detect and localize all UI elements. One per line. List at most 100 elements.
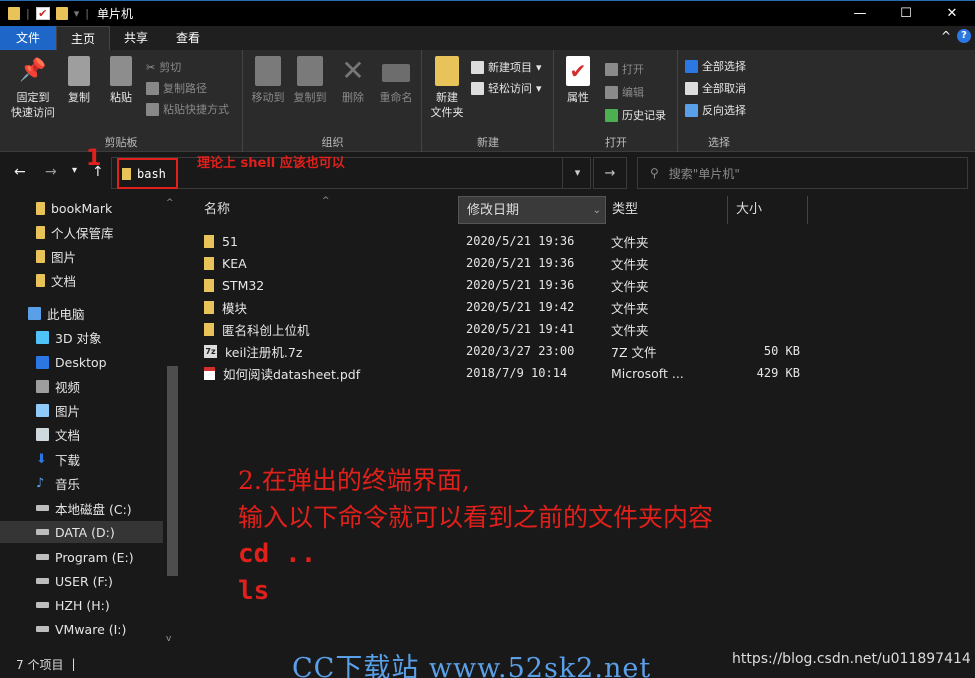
tab-home[interactable]: 主页 (56, 26, 111, 50)
column-header-size[interactable]: 大小 (728, 196, 808, 224)
nav-item-desktop[interactable]: Desktop (36, 351, 107, 373)
select-all-icon (685, 59, 698, 73)
nav-item-this-pc[interactable]: 此电脑 (28, 302, 85, 324)
nav-item-videos[interactable]: 视频 (36, 375, 80, 397)
edit-icon (605, 85, 618, 99)
folder-icon (36, 201, 45, 215)
nav-scrollbar[interactable]: ^ v (164, 196, 180, 650)
scroll-up-icon[interactable]: ^ (166, 198, 174, 208)
pdf-icon (204, 366, 215, 380)
column-header-type[interactable]: 类型 (604, 196, 728, 224)
cut-button[interactable]: ✂ 剪切 (146, 59, 181, 75)
move-to-button[interactable]: 移动到 (248, 56, 288, 105)
maximize-button[interactable]: ☐ (883, 1, 929, 26)
nav-item-drive-f[interactable]: USER (F:) (36, 570, 113, 592)
file-row[interactable]: 51 2020/5/21 19:36 文件夹 (196, 230, 816, 252)
folder-icon (204, 322, 214, 336)
tab-file[interactable]: 文件 (0, 26, 57, 50)
pin-button[interactable]: 📌 固定到 快速访问 (8, 56, 58, 120)
folder-icon (36, 273, 45, 287)
folder-icon (8, 7, 20, 20)
customize-qa-icon[interactable]: ▾ (74, 7, 80, 20)
nav-item-drive-i[interactable]: VMware (I:) (36, 618, 126, 640)
new-folder-icon[interactable] (55, 7, 68, 20)
help-icon[interactable]: ? (957, 29, 971, 43)
scrollbar-thumb[interactable] (167, 366, 178, 576)
go-arrow-icon[interactable]: → (593, 157, 627, 189)
column-header-name[interactable]: 名称 (196, 196, 458, 224)
nav-item-downloads[interactable]: ⬇ 下载 (36, 448, 80, 470)
folder-icon (204, 278, 214, 292)
properties-button[interactable]: ✔ 属性 (561, 56, 595, 105)
delete-button[interactable]: ✕ 删除 (338, 56, 368, 105)
paste-shortcut-icon (146, 102, 159, 116)
nav-item-vault[interactable]: 个人保管库 (36, 221, 114, 243)
select-all-button[interactable]: 全部选择 (685, 58, 746, 74)
properties-check-icon: ✔ (566, 56, 590, 86)
new-folder-button[interactable]: 新建 文件夹 (427, 56, 467, 120)
recent-locations-icon[interactable]: ▾ (72, 165, 77, 176)
address-bar[interactable] (111, 157, 591, 189)
column-dropdown-icon[interactable]: ⌄ (593, 197, 601, 225)
select-none-button[interactable]: 全部取消 (685, 80, 746, 96)
source-url: https://blog.csdn.net/u011897414 (732, 651, 971, 667)
tab-view[interactable]: 查看 (162, 26, 214, 50)
drive-icon (36, 529, 49, 535)
paste-icon (110, 56, 132, 86)
invert-selection-button[interactable]: 反向选择 (685, 102, 746, 118)
nav-item-drive-h[interactable]: HZH (H:) (36, 594, 110, 616)
properties-check-icon[interactable]: ✔ (35, 7, 50, 20)
close-button[interactable]: ✕ (929, 1, 975, 26)
file-row[interactable]: 模块 2020/5/21 19:42 文件夹 (196, 296, 816, 318)
copy-button[interactable]: 复制 (62, 56, 96, 105)
nav-item-drive-e[interactable]: Program (E:) (36, 546, 134, 568)
easy-access-button[interactable]: 轻松访问 ▾ (471, 80, 542, 96)
file-row[interactable]: KEA 2020/5/21 19:36 文件夹 (196, 252, 816, 274)
nav-item-pictures-quick[interactable]: 图片 (36, 245, 76, 267)
watermark: CC下载站 www.52sk2.net (292, 653, 652, 678)
nav-item-documents-quick[interactable]: 文档 (36, 269, 76, 291)
copy-path-button[interactable]: 复制路径 (146, 80, 207, 96)
item-count: 7 个项目 (16, 657, 64, 672)
history-button[interactable]: 历史记录 (605, 107, 666, 123)
file-row[interactable]: STM32 2020/5/21 19:36 文件夹 (196, 274, 816, 296)
scissors-icon: ✂ (146, 60, 156, 74)
minimize-button[interactable]: — (837, 1, 883, 26)
tab-share[interactable]: 共享 (110, 26, 162, 50)
new-folder-icon (435, 56, 459, 86)
new-item-button[interactable]: 新建项目 ▾ (471, 59, 542, 75)
annotation-step-2: 2.在弹出的终端界面, 输入以下命令就可以看到之前的文件夹内容 cd .. ls (238, 466, 714, 606)
file-row[interactable]: 7z keil注册机.7z 2020/3/27 23:00 7Z 文件 50 KB (196, 340, 816, 362)
navigation-pane: bookMark 个人保管库 图片 文档 此电脑 3D 对象 Desktop 视… (0, 196, 182, 650)
column-header-date[interactable]: 修改日期 ⌄ (458, 196, 606, 224)
nav-item-drive-d[interactable]: DATA (D:) (0, 521, 163, 543)
invert-selection-icon (685, 103, 698, 117)
file-row[interactable]: 如何阅读datasheet.pdf 2018/7/9 10:14 Microso… (196, 362, 816, 384)
folder-icon (204, 300, 214, 314)
music-icon: ♪ (36, 475, 45, 491)
back-arrow-icon[interactable]: ← (14, 164, 26, 180)
nav-item-bookmark[interactable]: bookMark (36, 197, 112, 219)
paste-shortcut-button[interactable]: 粘贴快捷方式 (146, 101, 229, 117)
nav-item-3d-objects[interactable]: 3D 对象 (36, 326, 102, 348)
computer-icon (28, 306, 41, 320)
open-button[interactable]: 打开 (605, 61, 644, 77)
rename-button[interactable]: 重命名 (376, 56, 416, 105)
address-dropdown-icon[interactable]: ▾ (562, 157, 592, 189)
nav-item-documents[interactable]: 文档 (36, 423, 80, 445)
collapse-ribbon-icon[interactable]: ^ (941, 29, 951, 43)
address-path-highlight[interactable]: bash (117, 158, 178, 189)
nav-item-pictures[interactable]: 图片 (36, 399, 80, 421)
edit-button[interactable]: 编辑 (605, 84, 644, 100)
search-input[interactable]: ⚲ 搜索"单片机" (637, 157, 968, 189)
annotation-shell-note: 理论上 shell 应该也可以 (197, 156, 345, 171)
video-icon (36, 379, 49, 393)
file-row[interactable]: 匿名科创上位机 2020/5/21 19:41 文件夹 (196, 318, 816, 340)
forward-arrow-icon[interactable]: → (45, 164, 57, 180)
paste-button[interactable]: 粘贴 (104, 56, 138, 105)
ribbon-tabs: 文件 主页 共享 查看 ^ ? (0, 26, 975, 50)
nav-item-drive-c[interactable]: 本地磁盘 (C:) (36, 497, 132, 519)
nav-item-music[interactable]: ♪ 音乐 (36, 472, 80, 494)
copy-to-button[interactable]: 复制到 (290, 56, 330, 105)
scroll-down-icon[interactable]: v (166, 634, 171, 644)
